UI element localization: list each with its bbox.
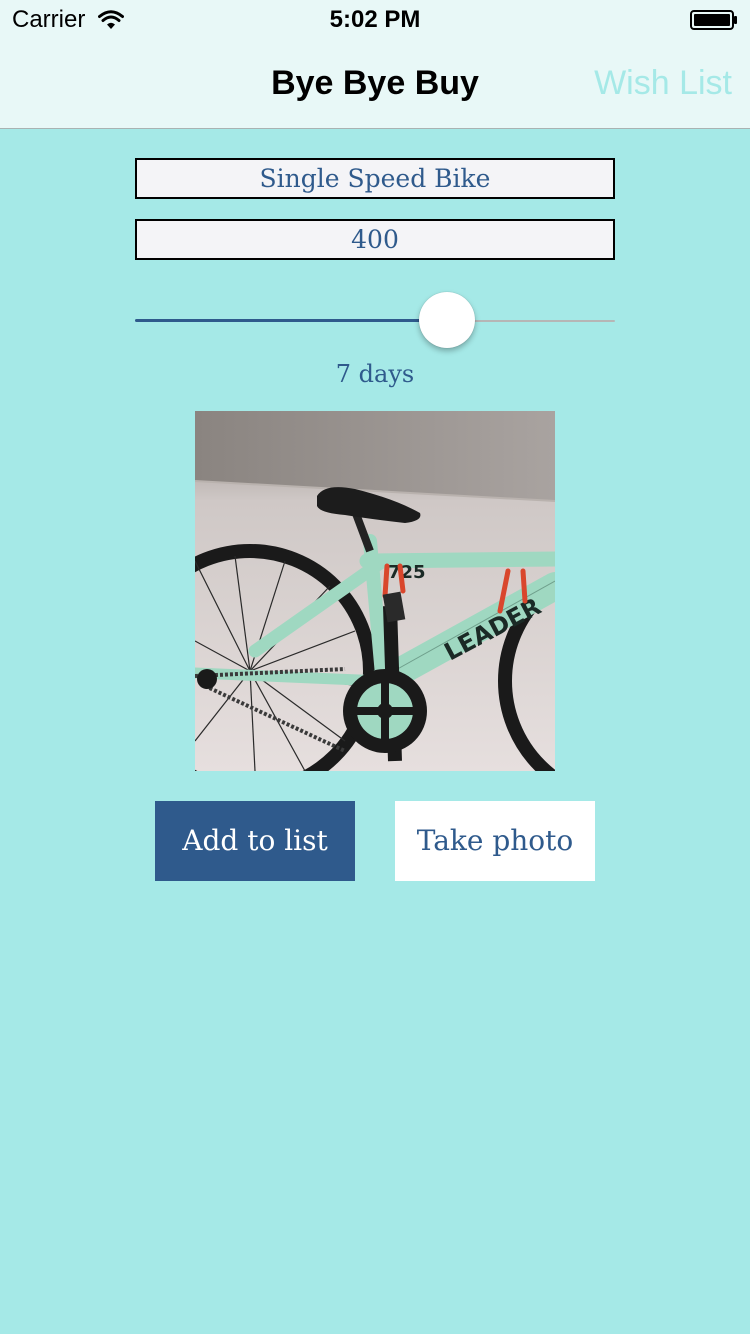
days-slider[interactable] bbox=[135, 290, 615, 350]
wish-list-button[interactable]: Wish List bbox=[594, 64, 732, 103]
days-label: 7 days bbox=[335, 360, 415, 388]
frame-number: 725 bbox=[388, 562, 426, 583]
clock-time: 5:02 PM bbox=[329, 6, 421, 33]
slider-thumb[interactable] bbox=[419, 292, 475, 348]
navigation-bar: Bye Bye Buy Wish List bbox=[0, 40, 750, 129]
price-field[interactable]: 400 bbox=[135, 219, 615, 260]
status-bar: Carrier 5:02 PM bbox=[0, 0, 750, 40]
bicycle-photo: LEADER 725 bbox=[195, 411, 555, 771]
battery-icon bbox=[690, 10, 737, 30]
item-name-field[interactable]: Single Speed Bike bbox=[135, 158, 615, 199]
add-to-list-button[interactable]: Add to list bbox=[155, 801, 355, 881]
slider-track-filled bbox=[135, 319, 447, 322]
item-photo: LEADER 725 bbox=[195, 411, 555, 771]
take-photo-button[interactable]: Take photo bbox=[395, 801, 595, 881]
